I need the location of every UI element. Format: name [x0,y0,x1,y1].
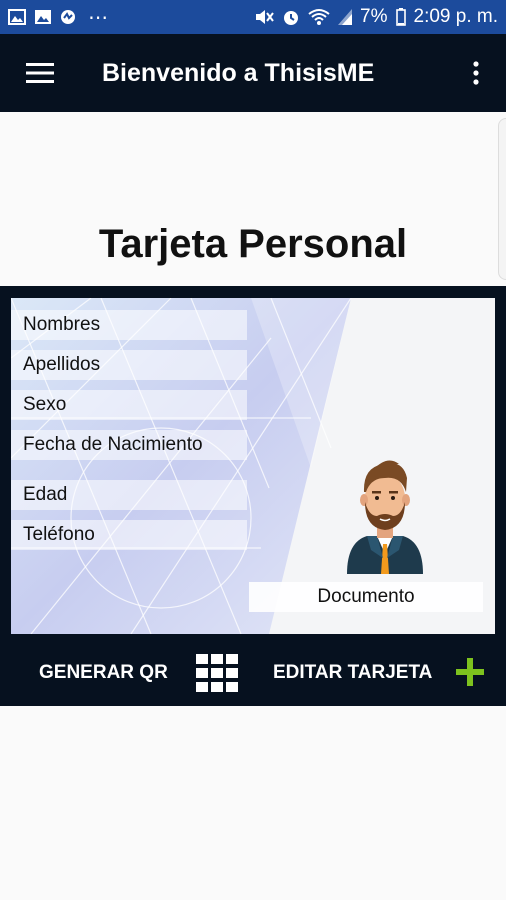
field-edad: Edad [11,480,247,510]
field-label: Apellidos [23,354,101,375]
field-nombres: Nombres [11,310,247,340]
field-label: Teléfono [23,524,95,545]
image-notification-icon [8,9,26,25]
field-sexo: Sexo [11,390,247,420]
field-label: Nombres [23,314,101,335]
document-label: Documento [317,586,415,607]
wifi-icon [308,8,330,26]
page-title: Tarjeta Personal [98,222,408,266]
signal-icon [338,9,353,25]
edit-card-button[interactable]: EDITAR TARJETA [273,662,432,684]
clock: 2:09 p. m. [413,6,499,27]
field-apellidos: Apellidos [11,350,247,380]
field-label: Sexo [23,394,67,415]
gallery-notification-icon [34,9,52,25]
person-avatar-icon [347,460,423,574]
alarm-icon [282,8,300,26]
field-label: Edad [23,484,68,505]
mute-icon [254,8,274,26]
generate-qr-button[interactable]: GENERAR QR [39,662,168,684]
more-vert-icon [473,61,479,85]
plus-icon[interactable] [456,658,484,686]
status-bar: ⋯ 7% 2:09 p. m. [0,0,506,34]
status-bar-notifications: ⋯ [8,5,109,30]
battery-icon [395,8,406,26]
personal-card: Nombres Apellidos Sexo Fecha de Nacimien… [11,298,495,634]
app-title: Bienvenido a ThisisME [102,58,375,87]
more-notifications-icon: ⋯ [88,6,109,29]
field-label: Fecha de Nacimiento [23,434,203,455]
battery-percentage: 7% [360,6,388,27]
sync-notification-icon [60,9,76,25]
app-bar: Bienvenido a ThisisME [0,34,506,112]
document-field: Documento [249,582,483,612]
card-actions-bar: GENERAR QR EDITAR TARJETA [0,634,506,706]
field-telefono: Teléfono [11,520,247,550]
hamburger-menu-icon [26,63,54,83]
status-bar-system: 7% 2:09 p. m. [254,6,498,28]
field-fecha-nacimiento: Fecha de Nacimiento [11,430,247,460]
overflow-menu-button[interactable] [446,34,506,112]
hamburger-menu-button[interactable] [0,34,80,112]
grid-icon[interactable] [196,654,238,692]
